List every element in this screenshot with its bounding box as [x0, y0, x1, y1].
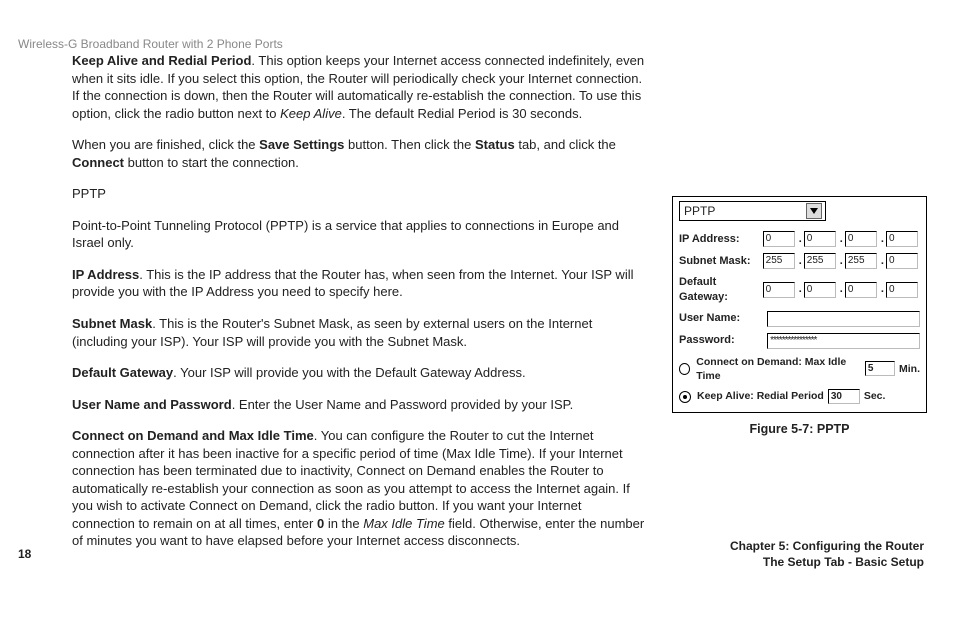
- gw-octet-3[interactable]: 0: [845, 282, 877, 298]
- redial-period-field[interactable]: 30: [828, 389, 860, 404]
- mask-octet-2[interactable]: 255: [804, 253, 836, 269]
- radio-keep-alive[interactable]: [679, 391, 691, 403]
- paragraph-connect-on-demand: Connect on Demand and Max Idle Time. You…: [72, 427, 647, 550]
- ka-unit: Sec.: [864, 389, 886, 403]
- italic-keep-alive: Keep Alive: [280, 106, 342, 121]
- chevron-down-icon: [806, 203, 822, 219]
- mask-octet-1[interactable]: 255: [763, 253, 795, 269]
- gw-octet-2[interactable]: 0: [804, 282, 836, 298]
- paragraph-keep-alive: Keep Alive and Redial Period. This optio…: [72, 52, 647, 122]
- page-number: 18: [18, 546, 31, 562]
- document-page: Wireless-G Broadband Router with 2 Phone…: [0, 0, 954, 618]
- row-gateway: Default Gateway: 0. 0. 0. 0: [679, 275, 920, 305]
- mask-octet-4[interactable]: 0: [886, 253, 918, 269]
- figure-caption: Figure 5-7: PPTP: [672, 421, 927, 438]
- footer-chapter: Chapter 5: Configuring the Router: [730, 538, 924, 554]
- username-field[interactable]: [767, 311, 920, 327]
- password-field[interactable]: ****************: [767, 333, 920, 349]
- footer-section: The Setup Tab - Basic Setup: [730, 554, 924, 570]
- cod-label: Connect on Demand: Max Idle Time: [696, 355, 861, 383]
- paragraph-userpass: User Name and Password. Enter the User N…: [72, 396, 647, 414]
- row-mask: Subnet Mask: 255. 255. 255. 0: [679, 253, 920, 269]
- label-ip: IP Address:: [679, 232, 763, 247]
- gw-octet-4[interactable]: 0: [886, 282, 918, 298]
- heading-pptp: PPTP: [72, 185, 647, 203]
- row-keep-alive: Keep Alive: Redial Period 30 Sec.: [679, 389, 920, 404]
- connection-type-select[interactable]: PPTP: [679, 201, 826, 221]
- paragraph-gateway: Default Gateway. Your ISP will provide y…: [72, 364, 647, 382]
- label-gateway: Default Gateway:: [679, 275, 763, 305]
- row-username: User Name:: [679, 311, 920, 327]
- running-header: Wireless-G Broadband Router with 2 Phone…: [18, 36, 283, 52]
- paragraph-mask: Subnet Mask. This is the Router's Subnet…: [72, 315, 647, 350]
- paragraph-pptp-intro: Point-to-Point Tunneling Protocol (PPTP)…: [72, 217, 647, 252]
- paragraph-save-connect: When you are finished, click the Save Se…: [72, 136, 647, 171]
- ip-octet-1[interactable]: 0: [763, 231, 795, 247]
- cod-unit: Min.: [899, 362, 920, 376]
- radio-connect-on-demand[interactable]: [679, 363, 690, 375]
- gw-octet-1[interactable]: 0: [763, 282, 795, 298]
- row-ip: IP Address: 0. 0. 0. 0: [679, 231, 920, 247]
- label-mask: Subnet Mask:: [679, 254, 763, 269]
- label-user: User Name:: [679, 311, 767, 326]
- footer: Chapter 5: Configuring the Router The Se…: [730, 538, 924, 570]
- body-column: Keep Alive and Redial Period. This optio…: [72, 52, 647, 564]
- ka-label: Keep Alive: Redial Period: [697, 389, 824, 403]
- ip-octet-3[interactable]: 0: [845, 231, 877, 247]
- mask-octet-3[interactable]: 255: [845, 253, 877, 269]
- figure-panel: PPTP IP Address: 0. 0. 0. 0 Subnet Mask:…: [672, 196, 927, 413]
- row-password: Password: ****************: [679, 333, 920, 349]
- row-connect-on-demand: Connect on Demand: Max Idle Time 5 Min.: [679, 355, 920, 383]
- paragraph-ip: IP Address. This is the IP address that …: [72, 266, 647, 301]
- max-idle-time-field[interactable]: 5: [865, 361, 895, 376]
- term-keep-alive: Keep Alive and Redial Period: [72, 53, 251, 68]
- select-value: PPTP: [684, 203, 715, 219]
- ip-octet-4[interactable]: 0: [886, 231, 918, 247]
- label-pass: Password:: [679, 333, 767, 348]
- ip-octet-2[interactable]: 0: [804, 231, 836, 247]
- figure-pptp: PPTP IP Address: 0. 0. 0. 0 Subnet Mask:…: [672, 196, 927, 438]
